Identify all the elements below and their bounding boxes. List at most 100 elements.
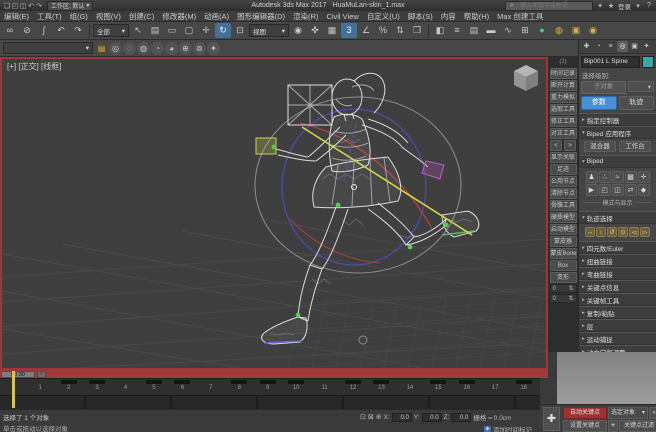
move-all-mode-icon[interactable]: ✛	[638, 171, 650, 183]
mirror-icon[interactable]: ◧	[432, 23, 448, 38]
key-filter-icon[interactable]: ✳	[608, 420, 618, 432]
current-frame-marker[interactable]	[12, 371, 15, 408]
side-tool-button[interactable]: 断开计算	[550, 80, 577, 91]
side-tool-button[interactable]: 显示关联	[550, 152, 577, 163]
biped-playback-icon[interactable]: ▶	[586, 184, 598, 196]
parameters-button[interactable]: 参数	[581, 96, 617, 110]
new-file-icon[interactable]: ❏	[3, 2, 11, 10]
select-scale-icon[interactable]: ⊡	[232, 23, 248, 38]
track-bar-frame[interactable]: 9	[254, 379, 282, 391]
curve-editor-icon[interactable]: ∿	[500, 23, 516, 38]
layer-explorer-icon[interactable]: ▤	[466, 23, 482, 38]
side-tool-button[interactable]: 骨骼工具	[550, 200, 577, 211]
sub-object-dropdown[interactable]: ▾	[628, 81, 654, 92]
rollout-collapsed[interactable]: ▸ 复制/粘贴	[579, 306, 656, 319]
side-tool-button[interactable]: Box	[550, 260, 577, 271]
side-tool-button[interactable]: 硬质模型	[550, 212, 577, 223]
side-tool-button[interactable]: 修正工具	[550, 116, 577, 127]
favorites-icon[interactable]: ★	[607, 2, 615, 10]
side-tool-button[interactable]: 选取工具	[550, 104, 577, 115]
viewport-canvas[interactable]	[2, 59, 546, 368]
snap-toggle-icon[interactable]: 3	[341, 23, 357, 38]
ribbon-toggle-icon[interactable]: ▬	[483, 23, 499, 38]
object-color-swatch[interactable]	[642, 56, 654, 68]
lock-com-keying-icon[interactable]: ⊙	[618, 227, 628, 237]
secondary-tool-icon[interactable]: ◕	[165, 42, 178, 55]
undo-icon[interactable]: ↶	[53, 23, 69, 38]
material-editor-icon[interactable]: ●	[534, 23, 550, 38]
biped-app-button[interactable]: 工作台	[619, 141, 651, 152]
previous-key-button[interactable]: «	[649, 407, 656, 419]
isolate-selection-icon[interactable]: ⊡	[360, 413, 366, 421]
rollout-collapsed[interactable]: ▸ 扭曲链接	[579, 254, 656, 267]
track-bar-frame[interactable]: 4	[111, 379, 139, 391]
animation-key[interactable]	[402, 380, 418, 384]
track-bar-frame[interactable]: 11	[310, 379, 338, 391]
side-tool-button[interactable]: 蒙皮Bone	[550, 248, 577, 259]
layer-manager-icon[interactable]: ▤	[95, 42, 108, 55]
select-and-link-icon[interactable]: ∞	[2, 23, 18, 38]
tab-modify[interactable]: ◔	[593, 41, 604, 52]
animation-key[interactable]	[430, 380, 446, 384]
track-bar-frame[interactable]: 12	[339, 379, 367, 391]
side-tool-button[interactable]: 足迹	[550, 164, 577, 175]
motion-flow-mode-icon[interactable]: ≈	[612, 171, 624, 183]
secondary-tool-icon[interactable]: ⊚	[193, 42, 206, 55]
auto-key-button[interactable]: 自动关键点	[563, 407, 607, 419]
side-tool-button[interactable]: 重力模拟	[550, 92, 577, 103]
pivot-center-icon[interactable]: ◉	[290, 23, 306, 38]
select-rotate-icon[interactable]: ↻	[215, 23, 231, 38]
secondary-tool-icon[interactable]: ◔	[151, 42, 164, 55]
rollout-track-selection[interactable]: ▾ 轨迹选择	[579, 211, 656, 224]
save-file-icon[interactable]: ◫	[612, 184, 624, 196]
secondary-tool-icon[interactable]: ⊕	[179, 42, 192, 55]
select-object-icon[interactable]: ↖	[130, 23, 146, 38]
trajectories-button[interactable]: 轨迹	[619, 96, 655, 110]
rendered-frame-icon[interactable]: ▣	[568, 23, 584, 38]
biped-app-button[interactable]: 混合器	[584, 141, 616, 152]
menu-item[interactable]: 编辑(E)	[0, 11, 33, 22]
undo-icon[interactable]: ↶	[27, 2, 35, 10]
menu-item[interactable]: Max 创建工具	[493, 11, 547, 22]
track-bar-frame[interactable]: 13	[367, 379, 395, 391]
tab-display[interactable]: ▣	[629, 41, 640, 52]
keyboard-override-icon[interactable]: ▦	[324, 23, 340, 38]
schematic-view-icon[interactable]: ⊞	[517, 23, 533, 38]
search-box[interactable]: ⌕	[505, 1, 593, 11]
convert-icon[interactable]: ⇄	[625, 184, 637, 196]
animation-key[interactable]	[89, 380, 105, 384]
mixer-mode-icon[interactable]: ▩	[625, 171, 637, 183]
menu-item[interactable]: 修改器(M)	[158, 11, 200, 22]
menu-item[interactable]: 图形编辑器(D)	[233, 11, 289, 22]
tab-motion[interactable]: ◎	[617, 41, 628, 52]
animation-key[interactable]	[459, 380, 475, 384]
community-icon[interactable]: ✦	[596, 2, 604, 10]
track-bar-frame[interactable]: 16	[453, 379, 481, 391]
percent-snap-icon[interactable]: %	[375, 23, 391, 38]
side-tool-button[interactable]: 时间记录	[550, 68, 577, 79]
viewcube[interactable]	[514, 65, 538, 91]
workspace-dropdown[interactable]: 工作区: 默认 ▾	[47, 1, 93, 11]
animation-key[interactable]	[373, 380, 389, 384]
track-bar-frame[interactable]: 8	[225, 379, 253, 391]
secondary-tool-icon[interactable]: ◌	[123, 42, 136, 55]
load-file-icon[interactable]: ◰	[599, 184, 611, 196]
viewport[interactable]: [+] [正交] [线框]	[0, 57, 548, 370]
z-coordinate-field[interactable]: 0.0	[451, 413, 471, 422]
spinner-snap-icon[interactable]: ⇅	[392, 23, 408, 38]
time-slider-handle[interactable]: 0 / 30	[1, 371, 35, 378]
redo-icon[interactable]: ↷	[70, 23, 86, 38]
animation-key[interactable]	[260, 380, 276, 384]
align-icon[interactable]: ≡	[449, 23, 465, 38]
secondary-tool-icon[interactable]: ✦	[207, 42, 220, 55]
redo-icon[interactable]: ↷	[35, 2, 43, 10]
sub-object-button[interactable]: 子对象	[581, 81, 626, 94]
menu-item[interactable]: 创建(C)	[125, 11, 158, 22]
animation-key[interactable]	[516, 380, 532, 384]
angle-snap-icon[interactable]: ∠	[358, 23, 374, 38]
select-move-icon[interactable]: ✛	[198, 23, 214, 38]
menu-item[interactable]: 动画(A)	[200, 11, 233, 22]
animation-key[interactable]	[345, 380, 361, 384]
modes-display-expander[interactable]: 模式与显示	[583, 198, 652, 207]
rollout-collapsed[interactable]: ▸ 四元数/Euler	[579, 241, 656, 254]
